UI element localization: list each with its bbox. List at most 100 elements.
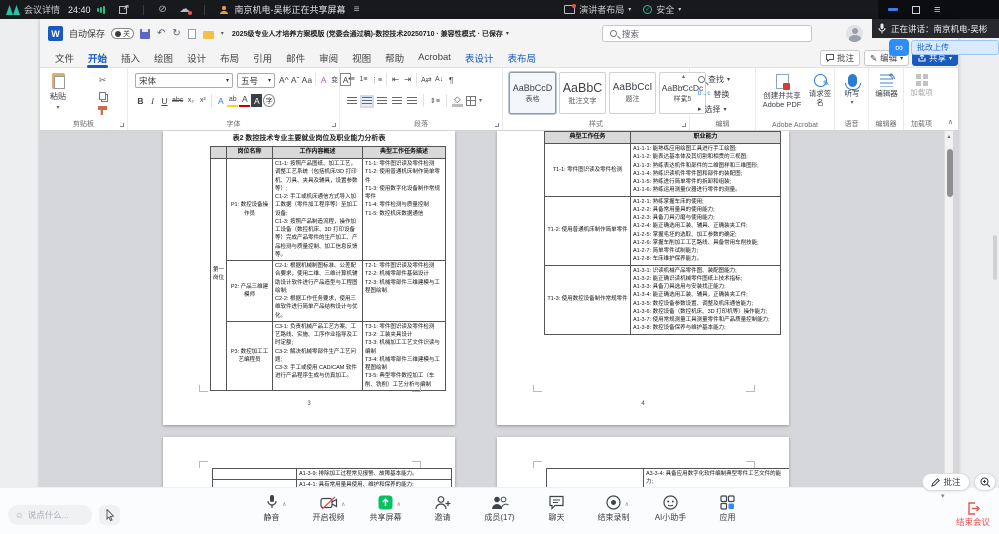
create-pdf-button[interactable]: 创建并共享 Adobe PDF: [760, 74, 804, 110]
character-shading-button[interactable]: A: [251, 94, 263, 107]
chat-input[interactable]: ☺ 说点什么...: [8, 505, 92, 525]
tab-design[interactable]: 设计: [180, 48, 213, 68]
font-dialog-launcher[interactable]: [332, 123, 336, 127]
end-meeting-button[interactable]: 结束会议: [948, 502, 998, 532]
distribute-button[interactable]: [407, 97, 417, 106]
change-case-button[interactable]: Aa: [301, 73, 313, 86]
shrink-font-button[interactable]: Aˇ: [290, 73, 301, 86]
request-signature-button[interactable]: 请求签名: [806, 74, 834, 108]
format-painter-icon[interactable]: [96, 104, 109, 117]
clear-formatting-button[interactable]: A: [318, 73, 329, 86]
font-color-button[interactable]: A: [239, 94, 251, 107]
stop-recording-button[interactable]: ∧ 结束录制: [592, 493, 636, 523]
bold-button[interactable]: B: [135, 94, 146, 107]
borders-button[interactable]: [465, 95, 476, 106]
autosave-toggle[interactable]: 关: [111, 28, 135, 39]
doc-page-2[interactable]: 典型工作任务 职业能力 T1-1: 零件图识读及零件检测 A1-1-1: 能熟练…: [497, 131, 789, 425]
strikethrough-button[interactable]: abc: [171, 94, 184, 107]
styles-dialog-launcher[interactable]: [682, 123, 686, 127]
annotate-button[interactable]: 批注: [922, 473, 970, 491]
dictate-button[interactable]: 听写 ▾: [840, 74, 864, 108]
scrollbar-thumb[interactable]: [946, 149, 953, 197]
align-center-button[interactable]: [360, 95, 374, 108]
share-screen-button[interactable]: ∧ 共享屏幕: [364, 493, 408, 523]
open-folder-icon[interactable]: [202, 30, 214, 39]
save-icon[interactable]: [140, 28, 151, 39]
justify-button[interactable]: [392, 97, 402, 106]
recording-disabled-icon[interactable]: ⊘: [156, 4, 170, 16]
sort-button[interactable]: A↓: [434, 73, 445, 86]
font-size-select[interactable]: 五号 ▾: [237, 73, 275, 88]
italic-button[interactable]: I: [147, 94, 158, 107]
start-video-button[interactable]: ∧ 开启视频: [307, 493, 351, 523]
find-button[interactable]: 查找 ▾: [698, 72, 730, 86]
tab-draw[interactable]: 绘图: [147, 48, 180, 68]
tab-review[interactable]: 审阅: [312, 48, 345, 68]
annotate-caret-icon[interactable]: ▾: [941, 492, 945, 500]
paste-button[interactable]: 粘贴 ▾: [50, 73, 66, 111]
line-spacing-button[interactable]: ⇕≡: [429, 94, 441, 107]
copy-icon[interactable]: [96, 89, 109, 102]
open-new-window-icon[interactable]: [117, 4, 131, 16]
title-caret-icon[interactable]: ▾: [506, 30, 509, 37]
comments-button[interactable]: 批注: [820, 50, 861, 66]
decrease-indent-button[interactable]: ⇤: [390, 73, 401, 86]
text-effects-button[interactable]: A: [215, 94, 226, 107]
align-left-button[interactable]: [347, 97, 357, 106]
font-name-select[interactable]: 宋体 ▾: [135, 73, 233, 88]
invite-button[interactable]: 邀请: [421, 493, 465, 523]
multilevel-list-button[interactable]: ⋮≡: [370, 73, 383, 86]
tab-table-design[interactable]: 表设计: [458, 48, 501, 68]
phonetic-guide-button[interactable]: 变: [329, 73, 340, 86]
replace-button[interactable]: b→c 替换: [698, 87, 730, 101]
collapse-ribbon-icon[interactable]: ∧: [948, 118, 953, 126]
sharing-options-icon[interactable]: ≡: [350, 4, 364, 16]
window-menu-button[interactable]: ≡: [934, 4, 940, 15]
members-button[interactable]: 成员(17): [478, 493, 522, 523]
styles-gallery-more-icon[interactable]: ▾: [681, 95, 685, 104]
style-comment-text[interactable]: AaBbC 批注文字: [559, 72, 606, 114]
tab-layout[interactable]: 布局: [213, 48, 246, 68]
styles-scroll-down-icon[interactable]: ▾: [682, 84, 685, 91]
cut-icon[interactable]: ✂: [96, 74, 109, 87]
subscript-button[interactable]: x₂: [185, 94, 196, 107]
tab-mailings[interactable]: 邮件: [279, 48, 312, 68]
underline-button[interactable]: U: [159, 94, 170, 107]
tab-file[interactable]: 文件: [48, 48, 81, 68]
select-button[interactable]: ▸ 选择 ▾: [698, 102, 730, 116]
grow-font-button[interactable]: A^: [278, 73, 290, 86]
qat-customize-icon[interactable]: ▾: [221, 30, 224, 37]
apps-button[interactable]: 应用: [706, 493, 750, 523]
tab-home[interactable]: 开始: [81, 48, 114, 68]
bullets-button[interactable]: •≡: [346, 73, 357, 86]
numbering-button[interactable]: 1≡: [358, 73, 369, 86]
increase-indent-button[interactable]: ⇥: [402, 73, 413, 86]
tab-help[interactable]: 帮助: [378, 48, 411, 68]
magnify-button[interactable]: [974, 473, 996, 491]
new-document-icon[interactable]: [187, 28, 196, 39]
style-caption[interactable]: AaBbCcI 题注: [609, 72, 656, 114]
security-button[interactable]: ✓ 安全 ▾: [643, 3, 681, 16]
superscript-button[interactable]: x²: [197, 94, 208, 107]
quick-reaction-button[interactable]: [99, 505, 120, 525]
redo-icon[interactable]: ↻: [172, 28, 180, 39]
enclose-character-button[interactable]: 字: [263, 94, 276, 107]
editor-button[interactable]: 编辑器: [874, 72, 899, 98]
minimize-button[interactable]: [887, 8, 898, 11]
align-right-button[interactable]: [377, 97, 387, 106]
tab-table-layout[interactable]: 表布局: [500, 48, 543, 68]
scroll-up-icon[interactable]: ▴: [945, 133, 953, 140]
style-table[interactable]: AaBbCcD 表格: [508, 71, 557, 115]
undo-icon[interactable]: ↶: [157, 28, 165, 39]
maximize-button[interactable]: [911, 5, 920, 14]
sidebar-scrollbar-thumb[interactable]: [993, 235, 997, 280]
doc-page-1[interactable]: 表2 数控技术专业主要就业岗位及职业能力分析表 岗位名称 工作内容概述 典型工作…: [163, 131, 455, 425]
account-avatar[interactable]: [846, 25, 863, 42]
tab-view[interactable]: 视图: [345, 48, 378, 68]
chat-button[interactable]: 聊天: [535, 493, 579, 523]
clipboard-dialog-launcher[interactable]: [120, 123, 124, 127]
meeting-details-button[interactable]: 会议详情: [24, 3, 60, 16]
highlight-button[interactable]: ab: [227, 94, 239, 107]
styles-scroll-up-icon[interactable]: ▴: [682, 73, 685, 80]
tab-acrobat[interactable]: Acrobat: [411, 48, 458, 68]
